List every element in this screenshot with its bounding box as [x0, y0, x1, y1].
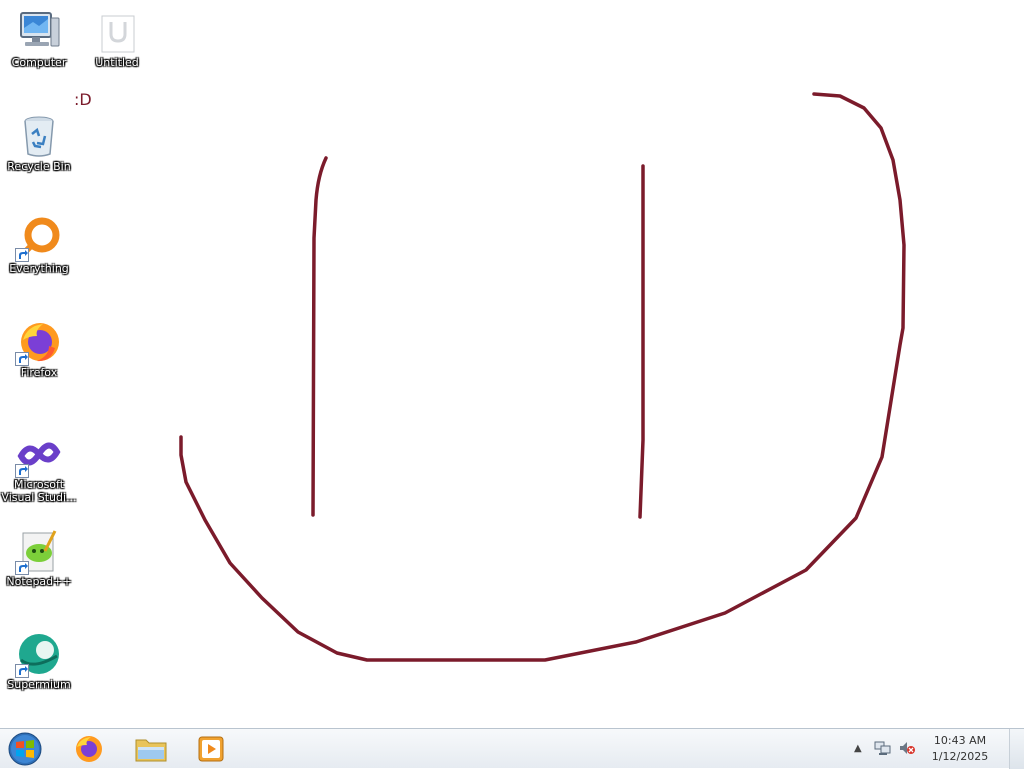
show-hidden-icons-icon[interactable]: ▲ — [854, 743, 862, 754]
stroke-smile — [179, 92, 906, 662]
desktop: Computer Untitled :D Recycle Bin Everyth… — [0, 0, 1024, 728]
network-icon[interactable] — [874, 740, 892, 760]
windows-logo-icon — [8, 732, 42, 766]
taskbar-firefox-button[interactable] — [66, 731, 112, 767]
volume-muted-icon[interactable] — [898, 740, 916, 760]
stroke-left-eye — [311, 156, 328, 517]
freehand-drawing — [179, 92, 906, 662]
folder-icon — [135, 739, 167, 762]
media-player-icon — [198, 736, 224, 762]
show-desktop-button[interactable] — [1009, 729, 1024, 769]
firefox-icon — [76, 736, 102, 762]
stroke-right-eye — [638, 164, 645, 519]
clock-date: 1/12/2025 — [931, 750, 989, 763]
start-button[interactable] — [6, 731, 44, 767]
system-tray: ▲ 10:43 AM 1/12/2025 — [854, 729, 1024, 769]
taskbar: ▲ 10:43 AM 1/12/2025 — [0, 728, 1024, 769]
clock[interactable]: 10:43 AM 1/12/2025 — [924, 733, 996, 765]
taskbar-media-player-button[interactable] — [188, 731, 234, 767]
clock-time: 10:43 AM — [933, 734, 987, 747]
taskbar-file-explorer-button[interactable] — [128, 731, 174, 767]
